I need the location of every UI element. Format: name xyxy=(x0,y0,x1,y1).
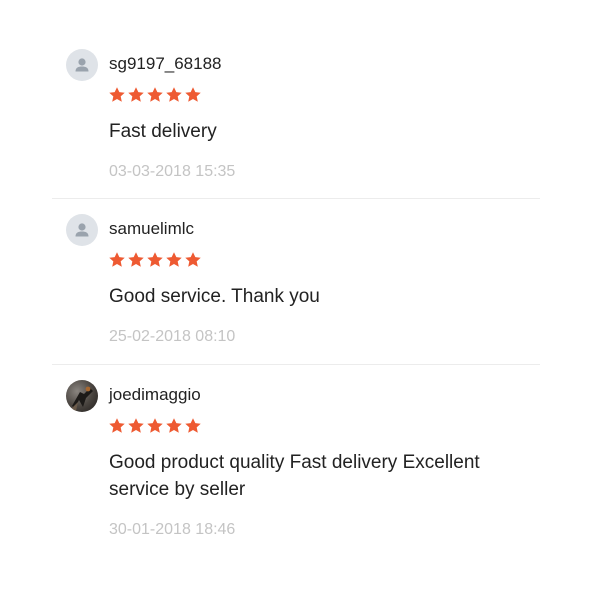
default-user-icon xyxy=(75,223,89,237)
rating-stars xyxy=(108,86,202,104)
review-timestamp: 03-03-2018 15:35 xyxy=(109,163,236,180)
review-comment: Good product quality Fast delivery Excel… xyxy=(109,452,480,500)
star-icon xyxy=(109,87,125,102)
star-icon xyxy=(166,418,182,433)
username[interactable]: samuelimlc xyxy=(109,219,194,239)
avatar[interactable] xyxy=(66,49,98,81)
review-list: sg9197_68188 Fast delivery 03-03-2018 15… xyxy=(0,0,600,600)
star-icon xyxy=(166,252,182,267)
username[interactable]: sg9197_68188 xyxy=(109,54,222,74)
review-comment: Good service. Thank you xyxy=(109,286,320,307)
rating-stars xyxy=(108,417,202,435)
username[interactable]: joedimaggio xyxy=(109,385,201,405)
review-timestamp: 25-02-2018 08:10 xyxy=(109,328,236,345)
star-icon xyxy=(109,252,125,267)
review-timestamp: 30-01-2018 18:46 xyxy=(109,521,236,538)
divider xyxy=(52,198,540,199)
star-icon xyxy=(147,252,163,267)
rating-stars xyxy=(108,251,202,269)
star-icon xyxy=(109,418,125,433)
avatar[interactable] xyxy=(66,380,98,412)
star-icon xyxy=(147,87,163,102)
star-icon xyxy=(128,418,144,433)
star-icon xyxy=(128,252,144,267)
review-comment: Fast delivery xyxy=(109,121,217,142)
star-icon xyxy=(185,87,201,102)
default-user-icon xyxy=(75,58,89,72)
star-icon xyxy=(128,87,144,102)
star-icon xyxy=(185,252,201,267)
avatar[interactable] xyxy=(66,214,98,246)
star-icon xyxy=(166,87,182,102)
star-icon xyxy=(185,418,201,433)
divider xyxy=(52,364,540,365)
star-icon xyxy=(147,418,163,433)
profile-photo xyxy=(66,380,98,412)
